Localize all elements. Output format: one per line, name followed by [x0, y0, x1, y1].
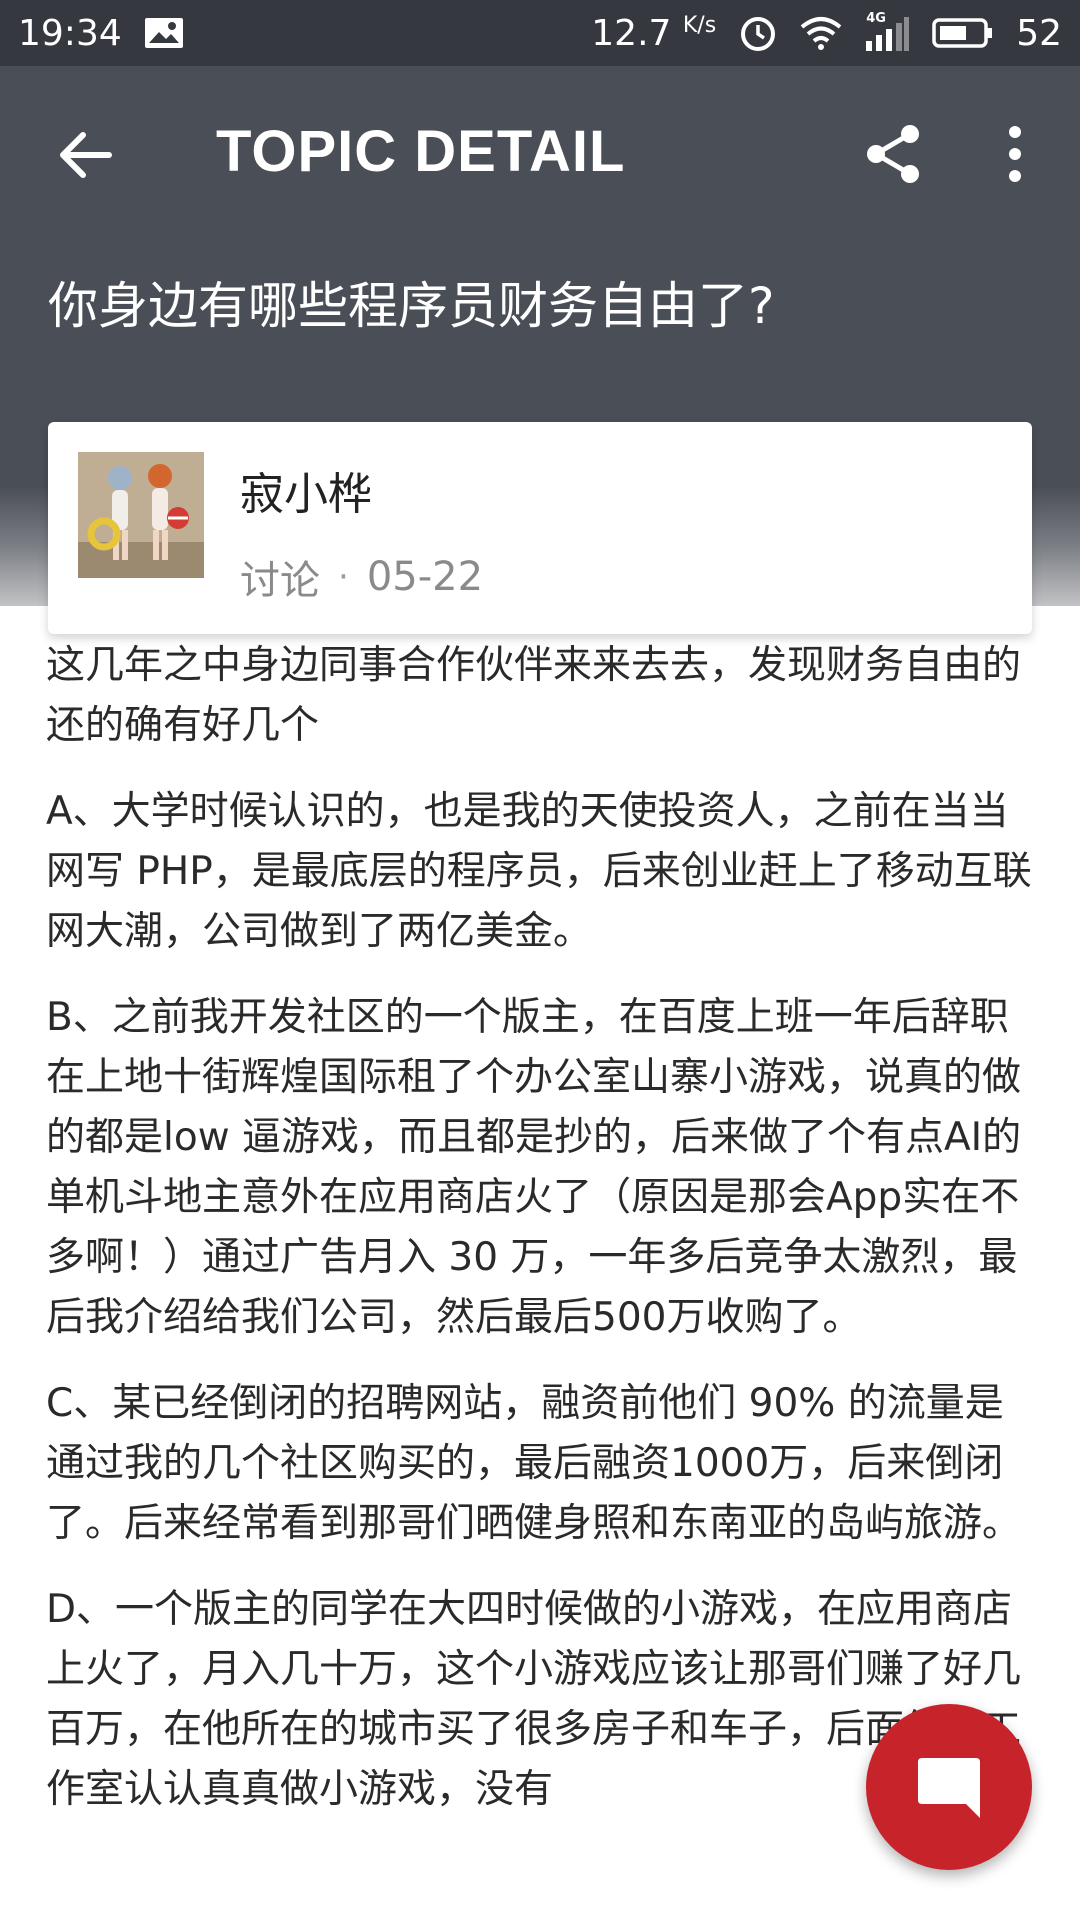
- arrow-left-icon[interactable]: [50, 120, 120, 190]
- post-date: 05-22: [366, 554, 484, 600]
- wifi-icon: [800, 16, 842, 50]
- author-name[interactable]: 寂小桦: [240, 458, 372, 522]
- page-title: TOPIC DETAIL: [216, 119, 626, 184]
- reply-fab-button[interactable]: [866, 1704, 1032, 1870]
- battery-level: 52: [1016, 12, 1062, 54]
- signal-icon: 4G: [864, 11, 910, 51]
- more-vertical-icon[interactable]: [990, 118, 1040, 190]
- network-speed: 12.7 K/s: [591, 12, 717, 54]
- alarm-icon: [738, 13, 778, 53]
- app-header: TOPIC DETAIL 你身边有哪些程序员财务自由了? 寂小桦 讨论 · 05…: [0, 66, 1080, 634]
- status-bar: 19:34 12.7 K/s 4G 52: [0, 0, 1080, 66]
- image-icon: [144, 17, 184, 49]
- author-meta: 讨论 · 05-22: [240, 548, 483, 606]
- share-icon[interactable]: [856, 116, 932, 192]
- avatar[interactable]: [78, 452, 204, 578]
- content-paragraph: B、之前我开发社区的一个版主，在百度上班一年后辞职在上地十街辉煌国际租了个办公室…: [46, 995, 1022, 1340]
- topic-category: 讨论: [240, 558, 320, 604]
- content-paragraph: C、某已经倒闭的招聘网站，融资前他们 90% 的流量是通过我的几个社区购买的，最…: [46, 1381, 1022, 1546]
- topic-title: 你身边有哪些程序员财务自由了?: [48, 277, 775, 335]
- meta-separator: ·: [338, 557, 349, 597]
- battery-icon: [932, 17, 994, 49]
- network-type: 4G: [866, 11, 886, 26]
- toolbar: TOPIC DETAIL: [0, 66, 1080, 236]
- status-time: 19:34: [18, 12, 122, 54]
- content-paragraph: A、大学时候认识的，也是我的天使投资人，之前在当当网写 PHP，是最底层的程序员…: [46, 789, 1032, 954]
- content-paragraph: 这几年之中身边同事合作伙伴来来去去，发现财务自由的还的确有好几个: [46, 643, 1022, 748]
- author-card[interactable]: 寂小桦 讨论 · 05-22: [48, 422, 1032, 634]
- chat-bubble-icon: [914, 1754, 984, 1820]
- topic-content: 这几年之中身边同事合作伙伴来来去去，发现财务自由的还的确有好几个 A、大学时候认…: [46, 636, 1042, 1846]
